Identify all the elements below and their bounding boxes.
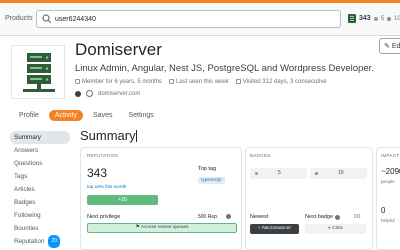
- next-privilege-rep: 500 Rep.: [198, 214, 219, 220]
- github-icon[interactable]: [75, 90, 81, 97]
- people-reached-label: people: [381, 179, 395, 184]
- sidenav-item-articles[interactable]: Articles: [10, 183, 70, 196]
- sidenav-item-bounties[interactable]: Bounties: [10, 222, 70, 235]
- helpful-label: helpful: [381, 218, 395, 223]
- next-badge-progress: 0/1: [354, 214, 361, 220]
- text-cursor: [135, 130, 137, 142]
- reputation-count-pill: 20: [48, 235, 61, 248]
- reputation-value: 343: [87, 166, 108, 180]
- next-badge-label: Next badge: [305, 214, 334, 220]
- bronze-dot-icon: ●: [327, 226, 331, 231]
- search-icon: [42, 14, 52, 24]
- tab-saves[interactable]: Saves: [87, 110, 118, 121]
- sidenav-item-reputation[interactable]: Reputation 20: [10, 235, 70, 248]
- top-bar: Products 343 5 10: [0, 3, 400, 36]
- info-icon[interactable]: [226, 214, 231, 219]
- search-box[interactable]: [36, 10, 341, 28]
- cake-icon: [75, 79, 80, 84]
- helpful-value: 0: [381, 206, 386, 215]
- impact-card-label: IMPACT: [381, 153, 400, 158]
- sidenav-item-summary[interactable]: Summary: [10, 131, 70, 144]
- top-tag[interactable]: typescript: [198, 177, 225, 184]
- calendar-icon: [235, 79, 241, 84]
- next-privilege-box[interactable]: ⚑ Access review queues: [87, 223, 237, 233]
- reputation-card: REPUTATION 343 top 16% this month +20 To…: [80, 147, 242, 250]
- last-seen: Last seen this week: [169, 79, 229, 85]
- edit-profile-button[interactable]: ✎ Ed: [379, 38, 400, 54]
- bronze-badge-icon: [315, 172, 318, 175]
- profile-title: Linux Admin, Angular, Nest JS, PostgreSQ…: [75, 63, 374, 74]
- profile-tabs: Profile Activity Saves Settings: [13, 110, 164, 121]
- newest-badge-chip[interactable]: ● Necromancer: [250, 224, 299, 234]
- profile-name: Domiserver: [75, 40, 162, 59]
- bronze-badge-count: 10: [394, 15, 400, 22]
- clock-icon: [169, 79, 175, 84]
- privilege-icon: ⚑: [135, 225, 140, 230]
- impact-card: IMPACT ~2090 people 0 helpful: [376, 147, 400, 250]
- sidenav-item-answers[interactable]: Answers: [10, 144, 70, 157]
- products-menu[interactable]: Products: [5, 15, 33, 22]
- user-avatar[interactable]: [348, 14, 356, 23]
- profile-links: domiserver.com: [75, 90, 140, 97]
- summary-heading: Summary: [80, 128, 137, 143]
- next-privilege-label: Next privilege: [87, 214, 121, 220]
- reputation-card-label: REPUTATION: [87, 153, 118, 158]
- bronze-badge-icon: [387, 16, 392, 21]
- member-since: Member for 6 years, 5 months: [75, 79, 162, 85]
- people-reached-value: ~2090: [381, 167, 400, 176]
- reputation-recent-change: +20: [87, 195, 158, 205]
- sidenav-item-following[interactable]: Following: [10, 209, 70, 222]
- silver-badge-count: 5: [380, 15, 385, 22]
- newest-badge-label: Newest: [250, 214, 269, 220]
- activity-sidenav: Summary Answers Questions Tags Articles …: [10, 131, 70, 248]
- reputation-top-percent[interactable]: top 16% this month: [87, 184, 126, 189]
- bronze-badge-chip[interactable]: 10: [310, 168, 367, 179]
- website-link[interactable]: domiserver.com: [98, 91, 140, 97]
- globe-icon: [86, 90, 93, 97]
- silver-badge-icon: [255, 172, 258, 175]
- sidenav-item-questions[interactable]: Questions: [10, 157, 70, 170]
- sidenav-item-badges[interactable]: Badges: [10, 196, 70, 209]
- bronze-dot-icon: ●: [257, 226, 261, 231]
- pencil-icon: ✎: [384, 43, 390, 50]
- search-input[interactable]: [55, 13, 325, 25]
- top-tag-label: Top tag: [198, 166, 217, 172]
- badges-card-label: BADGES: [250, 153, 271, 158]
- silver-badge-chip[interactable]: 5: [250, 168, 307, 179]
- visited-days: Visited 312 days, 3 consecutive: [235, 79, 327, 85]
- profile-avatar: [11, 45, 65, 99]
- info-icon[interactable]: [335, 215, 340, 220]
- profile-meta: Member for 6 years, 5 months Last seen t…: [75, 79, 327, 85]
- sidenav-item-tags[interactable]: Tags: [10, 170, 70, 183]
- tab-activity[interactable]: Activity: [48, 110, 84, 121]
- user-reputation: 343: [359, 15, 371, 22]
- tab-profile[interactable]: Profile: [13, 110, 45, 121]
- user-menu[interactable]: 343 5 10: [348, 14, 400, 23]
- badges-card: BADGES 5 10 Newest Next badge 0/1 ● Necr…: [245, 147, 373, 250]
- tab-settings[interactable]: Settings: [122, 110, 159, 121]
- server-logo-icon: [23, 53, 55, 92]
- silver-badge-icon: [373, 16, 378, 21]
- next-badge-chip[interactable]: ● Critic: [305, 224, 366, 234]
